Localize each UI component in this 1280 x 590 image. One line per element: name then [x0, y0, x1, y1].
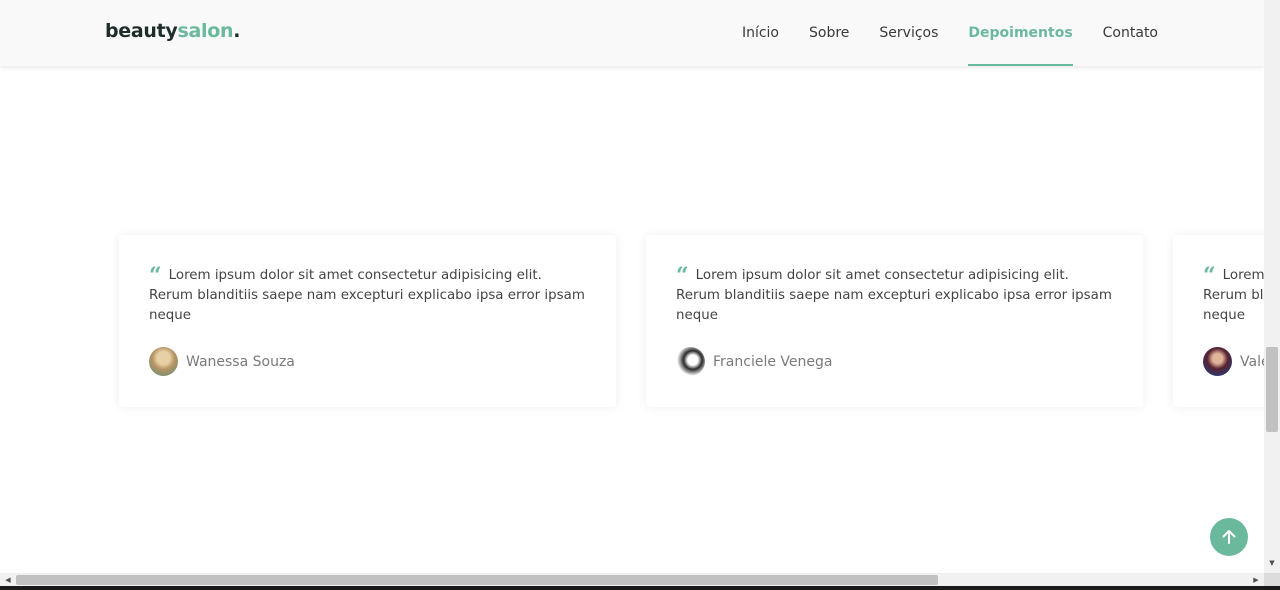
nav-item-depoimentos[interactable]: Depoimentos	[968, 0, 1073, 66]
testimonial-text: Lorem ipsum dolor sit amet consectetur a…	[676, 268, 1112, 323]
testimonial-card: “Lorem ipsum dolor sit amet consectetur …	[646, 235, 1143, 407]
back-to-top-button[interactable]	[1210, 518, 1248, 556]
author-name: Franciele Venega	[713, 353, 833, 370]
scroll-right-arrow-icon[interactable]: ▶	[1249, 573, 1263, 586]
arrow-up-icon	[1222, 530, 1236, 544]
quote-icon: “	[149, 263, 162, 289]
vertical-scrollbar-thumb[interactable]	[1266, 347, 1278, 432]
testimonials-carousel[interactable]: “Lorem ipsum dolor sit amet consectetur …	[119, 235, 1264, 407]
testimonial-quote: “Lorem ipsum dolor sit amet consectetur …	[1203, 263, 1264, 326]
nav-item-inicio[interactable]: Início	[742, 0, 779, 66]
brand-name-main: beauty	[105, 20, 178, 42]
testimonial-quote: “Lorem ipsum dolor sit amet consectetur …	[676, 263, 1116, 326]
testimonial-quote: “Lorem ipsum dolor sit amet consectetur …	[149, 263, 589, 326]
author-avatar	[676, 347, 705, 376]
author-name: Valeria	[1240, 353, 1264, 370]
testimonial-card: “Lorem ipsum dolor sit amet consectetur …	[1173, 235, 1264, 407]
nav-item-servicos[interactable]: Serviços	[879, 0, 938, 66]
brand-logo[interactable]: beautysalon.	[105, 20, 240, 42]
testimonial-author: Franciele Venega	[676, 347, 832, 376]
nav-item-contato[interactable]: Contato	[1103, 0, 1158, 66]
scroll-left-arrow-icon[interactable]: ◀	[1, 573, 15, 586]
vertical-scrollbar-track[interactable]	[1264, 0, 1280, 573]
quote-icon: “	[676, 263, 689, 289]
author-name: Wanessa Souza	[186, 353, 295, 370]
horizontal-scrollbar-thumb[interactable]	[16, 575, 938, 585]
quote-icon: “	[1203, 263, 1216, 289]
window-bottom-edge	[0, 586, 1280, 590]
brand-name-accent: salon	[177, 20, 234, 42]
brand-name-dot: .	[233, 20, 241, 42]
main-nav: Início Sobre Serviços Depoimentos Contat…	[712, 0, 1158, 66]
testimonial-text: Lorem ipsum dolor sit amet consectetur a…	[149, 268, 585, 323]
page-viewport: beautysalon. Início Sobre Serviços Depoi…	[0, 0, 1264, 573]
author-avatar	[1203, 347, 1232, 376]
nav-item-sobre[interactable]: Sobre	[809, 0, 849, 66]
testimonial-author: Valeria	[1203, 347, 1264, 376]
scroll-down-arrow-icon[interactable]: ▼	[1264, 555, 1280, 571]
scrollbar-corner	[1264, 573, 1280, 586]
testimonial-author: Wanessa Souza	[149, 347, 295, 376]
testimonial-card: “Lorem ipsum dolor sit amet consectetur …	[119, 235, 616, 407]
site-header: beautysalon. Início Sobre Serviços Depoi…	[0, 0, 1264, 66]
author-avatar	[149, 347, 178, 376]
